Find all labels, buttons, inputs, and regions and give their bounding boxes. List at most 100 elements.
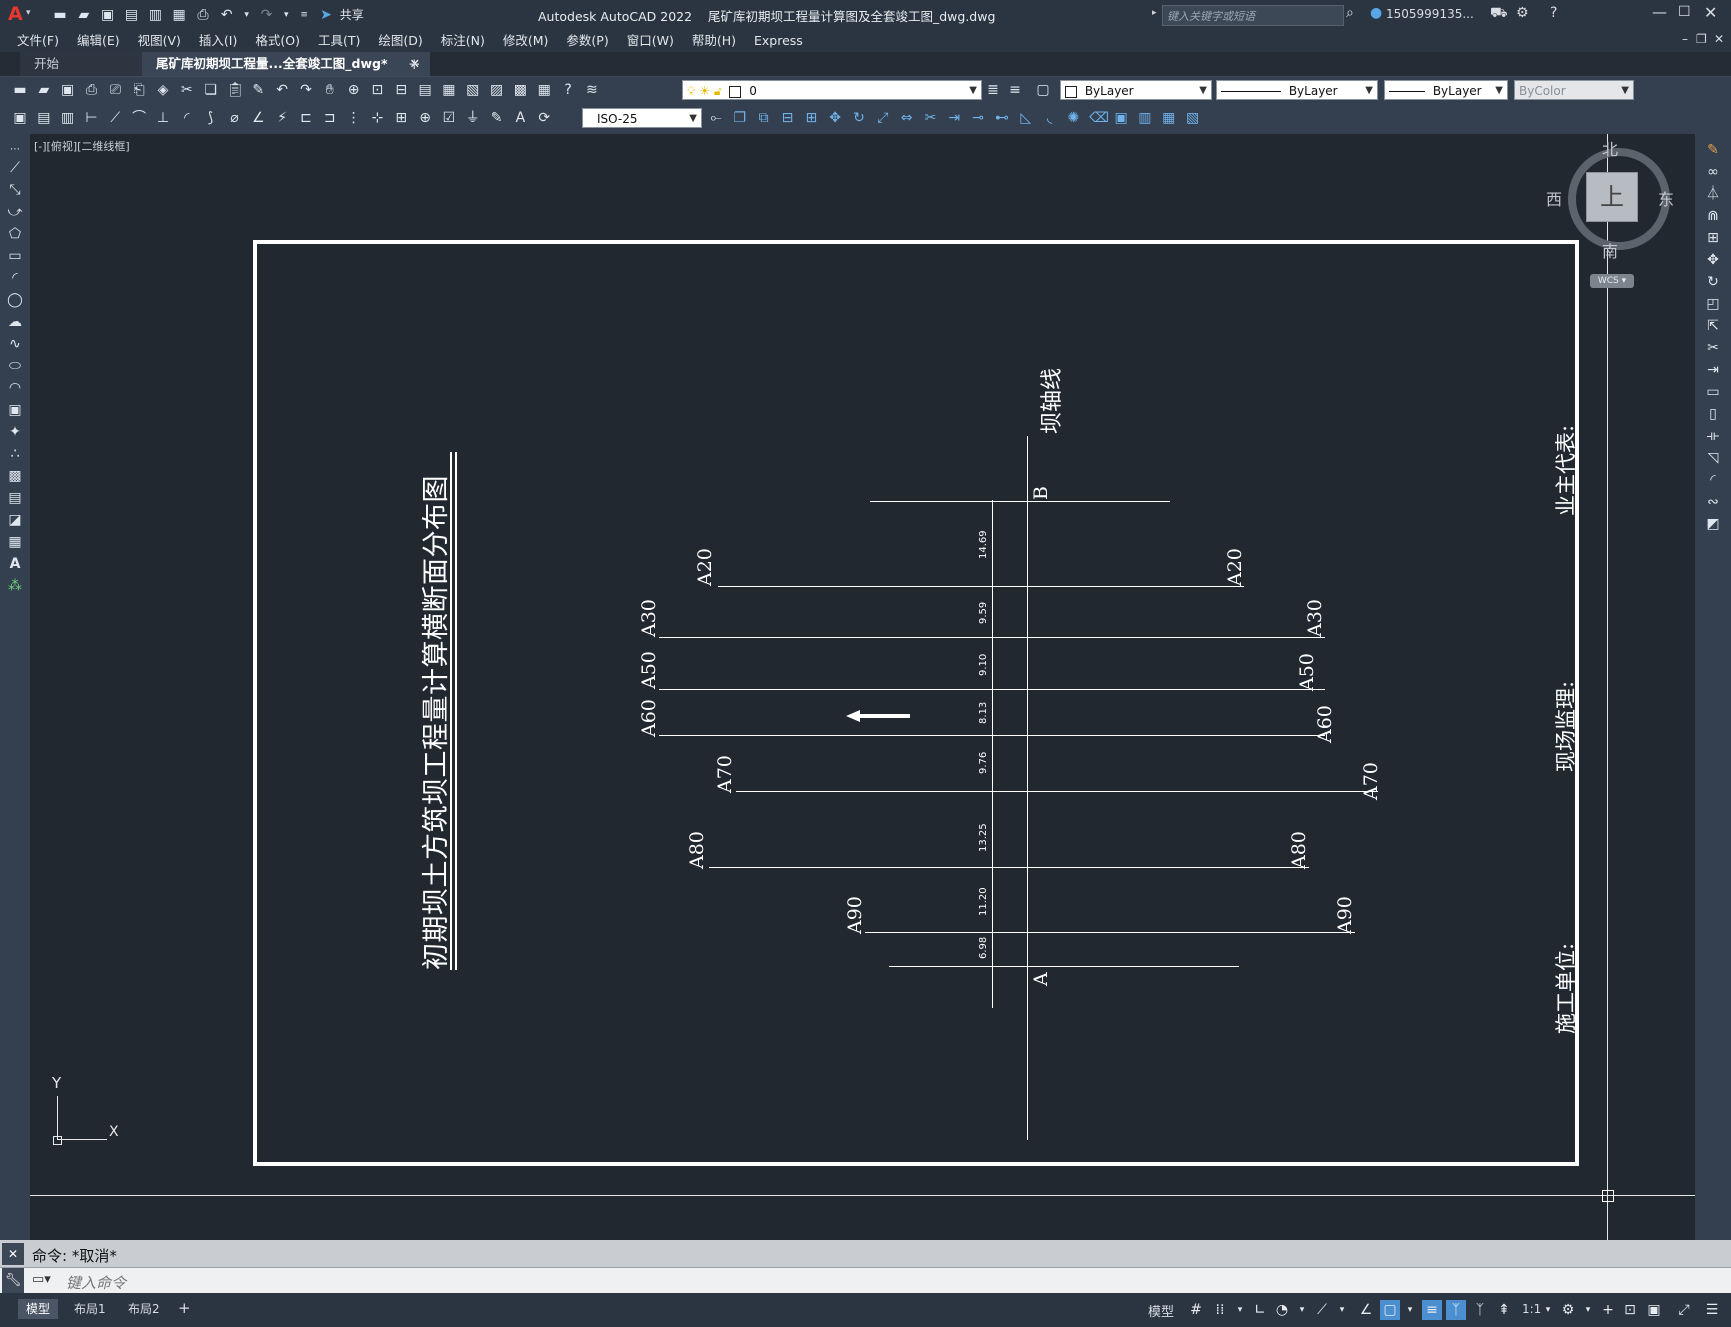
ellipse-icon[interactable]: ⬭ <box>6 358 24 376</box>
annotation-visibility-icon[interactable]: ᛉ <box>1446 1300 1466 1320</box>
open-icon[interactable]: ▰ <box>36 82 52 98</box>
redo-tool-icon[interactable]: ↷ <box>298 82 314 98</box>
blend-curves-icon[interactable]: ∾ <box>1704 494 1722 512</box>
viewcube-north[interactable]: 北 <box>1602 136 1618 160</box>
jogged-linear-icon[interactable]: ⏚ <box>465 110 481 126</box>
drawing-canvas[interactable]: [-][俯视][二维线框] Y X 上 北 南 东 西 WCS ▾ 初期坝土方筑… <box>30 134 1695 1240</box>
trim-right-icon[interactable]: ✂ <box>1704 340 1722 358</box>
units-icon[interactable]: ⊡ <box>1620 1300 1640 1320</box>
dim-break-icon[interactable]: ⊹ <box>369 110 385 126</box>
angular-dim-icon[interactable]: ∠ <box>250 110 266 126</box>
menu-item-7[interactable]: 标注(N) <box>432 30 494 52</box>
add-selected-icon[interactable]: ⁂ <box>6 578 24 596</box>
model-space-button[interactable]: 模型 <box>1148 1301 1174 1320</box>
ortho-icon[interactable]: ∟ <box>1250 1300 1270 1320</box>
plot-icon[interactable]: ⎙ <box>83 82 99 98</box>
grid-icon[interactable]: # <box>1186 1300 1206 1320</box>
dimstyle-dropdown[interactable]: ISO-25 ▼ <box>582 108 702 128</box>
osnap-dropdown-icon[interactable]: ▾ <box>1400 1300 1420 1320</box>
aligned-dim-icon[interactable]: ⟋ <box>107 110 123 126</box>
search-input[interactable]: 键入关键字或短语 <box>1167 8 1255 24</box>
save-icon[interactable]: ▣ <box>100 7 116 23</box>
trim-icon[interactable]: ✂ <box>922 110 938 126</box>
properties-icon[interactable]: ▤ <box>417 82 433 98</box>
status-customize-icon[interactable]: ☰ <box>1702 1300 1722 1320</box>
quick-properties-icon[interactable]: ▣ <box>1644 1300 1664 1320</box>
pan-icon[interactable]: ✋︎ <box>322 82 338 98</box>
color-control-icon[interactable]: ▢ <box>1034 82 1052 100</box>
mtext-icon[interactable]: A <box>6 556 24 574</box>
layout-tab-model[interactable]: 模型 <box>18 1299 59 1319</box>
import-icon[interactable]: ▦ <box>171 7 187 23</box>
toolbar-grip-icon[interactable]: ⋯ <box>6 142 24 160</box>
explode-right-icon[interactable]: ◩ <box>1704 516 1722 534</box>
customize-icon[interactable]: 🔧︎ <box>2 1268 24 1294</box>
app-menu-chevron-icon[interactable]: ▾ <box>26 8 31 18</box>
offset-right-icon[interactable]: ⋒ <box>1704 208 1722 226</box>
sheet-set-icon[interactable]: ▨ <box>489 82 505 98</box>
break-point-icon[interactable]: ▭ <box>1704 384 1722 402</box>
menu-item-1[interactable]: 编辑(E) <box>68 30 129 52</box>
erase-icon[interactable]: ⌫ <box>1089 110 1109 126</box>
menu-item-6[interactable]: 绘图(D) <box>369 30 431 52</box>
qnew-icon[interactable]: ▬ <box>12 82 28 98</box>
menu-item-3[interactable]: 插入(I) <box>190 30 246 52</box>
publish-icon[interactable]: ⎗ <box>131 82 147 98</box>
fillet-icon[interactable]: ◟ <box>1042 110 1058 126</box>
chamfer-right-icon[interactable]: ◹ <box>1704 450 1722 468</box>
radius-dim-icon[interactable]: ◜ <box>179 110 195 126</box>
zoom-window-icon[interactable]: ⊡ <box>369 82 385 98</box>
linetype-dropdown[interactable]: ByLayer ▼ <box>1216 80 1378 100</box>
share-label[interactable]: 共享 <box>340 8 364 22</box>
stretch-icon[interactable]: ⇔ <box>899 110 915 126</box>
break-right-icon[interactable]: ▯ <box>1704 406 1722 424</box>
extend-right-icon[interactable]: ⇥ <box>1704 362 1722 380</box>
mirror-icon[interactable]: ⧉ <box>756 110 772 126</box>
join-right-icon[interactable]: ⟛ <box>1704 428 1722 446</box>
line-icon[interactable]: ⟋ <box>6 160 24 178</box>
layer-previous-icon[interactable]: ≡ <box>1006 82 1024 100</box>
menu-item-5[interactable]: 工具(T) <box>309 30 369 52</box>
polygon-icon[interactable]: ⬠ <box>6 226 24 244</box>
layout-tab-2[interactable]: 布局2 <box>120 1299 168 1319</box>
layer-properties-icon[interactable]: ≋ <box>584 82 600 98</box>
color-dropdown[interactable]: ByLayer ▼ <box>1060 80 1212 100</box>
user-name[interactable]: 1505999135... <box>1386 7 1474 21</box>
copy-icon[interactable]: ❏ <box>203 82 219 98</box>
new-tab-plus-icon[interactable]: + <box>404 52 430 76</box>
search-expand-icon[interactable]: ▸ <box>1152 8 1157 18</box>
explode-icon[interactable]: ✺ <box>1065 110 1081 126</box>
array-right-icon[interactable]: ⊞ <box>1704 230 1722 248</box>
add-layout-plus-icon[interactable]: + <box>178 1299 191 1317</box>
export-icon[interactable]: ▥ <box>147 7 163 23</box>
make-block-icon[interactable]: ▥ <box>1137 110 1153 126</box>
workspace-gear-icon[interactable]: ⚙ <box>1558 1300 1578 1320</box>
viewcube-east[interactable]: 东 <box>1658 186 1674 210</box>
external-ref-icon[interactable]: ▧ <box>1185 110 1201 126</box>
tolerance-icon[interactable]: ⊞ <box>393 110 409 126</box>
move-right-icon[interactable]: ✥ <box>1704 252 1722 270</box>
stretch-right-icon[interactable]: ⇱ <box>1704 318 1722 336</box>
mirror-right-icon[interactable]: ⏃ <box>1704 186 1722 204</box>
zoom-previous-icon[interactable]: ⊟ <box>393 82 409 98</box>
region-icon[interactable]: ◪ <box>6 512 24 530</box>
jogged-dim-icon[interactable]: ⟆ <box>203 110 219 126</box>
ucs-menu-button[interactable]: WCS ▾ <box>1590 274 1634 288</box>
viewcube-top-face[interactable]: 上 <box>1586 172 1638 222</box>
auto-scale-icon[interactable]: ᛉ <box>1470 1300 1490 1320</box>
recent-commands-icon[interactable]: ▭▾ <box>32 1272 51 1287</box>
search-icon[interactable]: ⌕ <box>1346 5 1354 21</box>
viewcube-west[interactable]: 西 <box>1546 186 1562 210</box>
save-tool-icon[interactable]: ▣ <box>60 82 76 98</box>
search-box[interactable]: 键入关键字或短语 <box>1162 5 1344 26</box>
calculator-icon[interactable]: ▦ <box>536 82 552 98</box>
annotation-monitor-plus-icon[interactable]: + <box>1598 1300 1618 1320</box>
scale-dropdown-icon[interactable]: ▾ <box>1538 1300 1558 1320</box>
tool-palettes-icon[interactable]: ▧ <box>465 82 481 98</box>
arc-length-icon[interactable]: ⌒ <box>131 110 147 126</box>
close-icon[interactable]: ✕ <box>1704 3 1717 22</box>
diameter-dim-icon[interactable]: ⌀ <box>226 110 242 126</box>
arc-icon[interactable]: ◜ <box>6 270 24 288</box>
paste-icon[interactable]: 📋︎ <box>226 82 244 98</box>
polar-dropdown-icon[interactable]: ▾ <box>1292 1300 1312 1320</box>
